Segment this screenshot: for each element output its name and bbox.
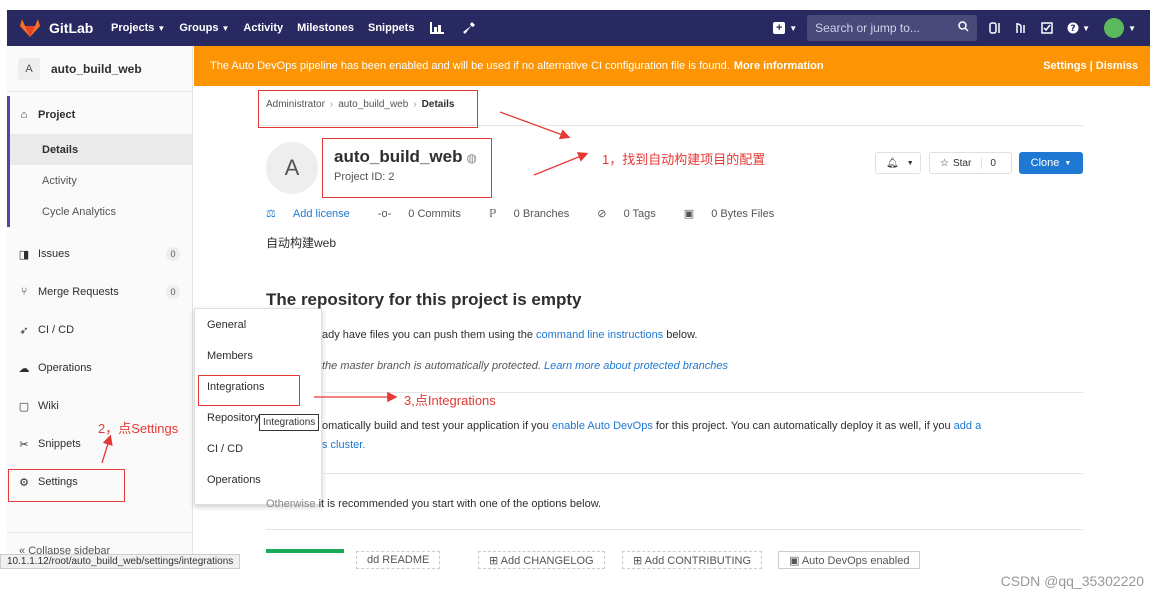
browser-status-bar: 10.1.1.12/root/auto_build_web/settings/i… [0, 554, 241, 569]
annotation-step-3: 3,点Integrations [404, 393, 496, 408]
annotation-step-1: 1，找到自动构建项目的配置 [602, 152, 766, 167]
watermark: CSDN @qq_35302220 [1000, 573, 1144, 589]
annotation-arrows [101, 111, 589, 464]
annotation-step-2: 2，点Settings [98, 421, 179, 436]
